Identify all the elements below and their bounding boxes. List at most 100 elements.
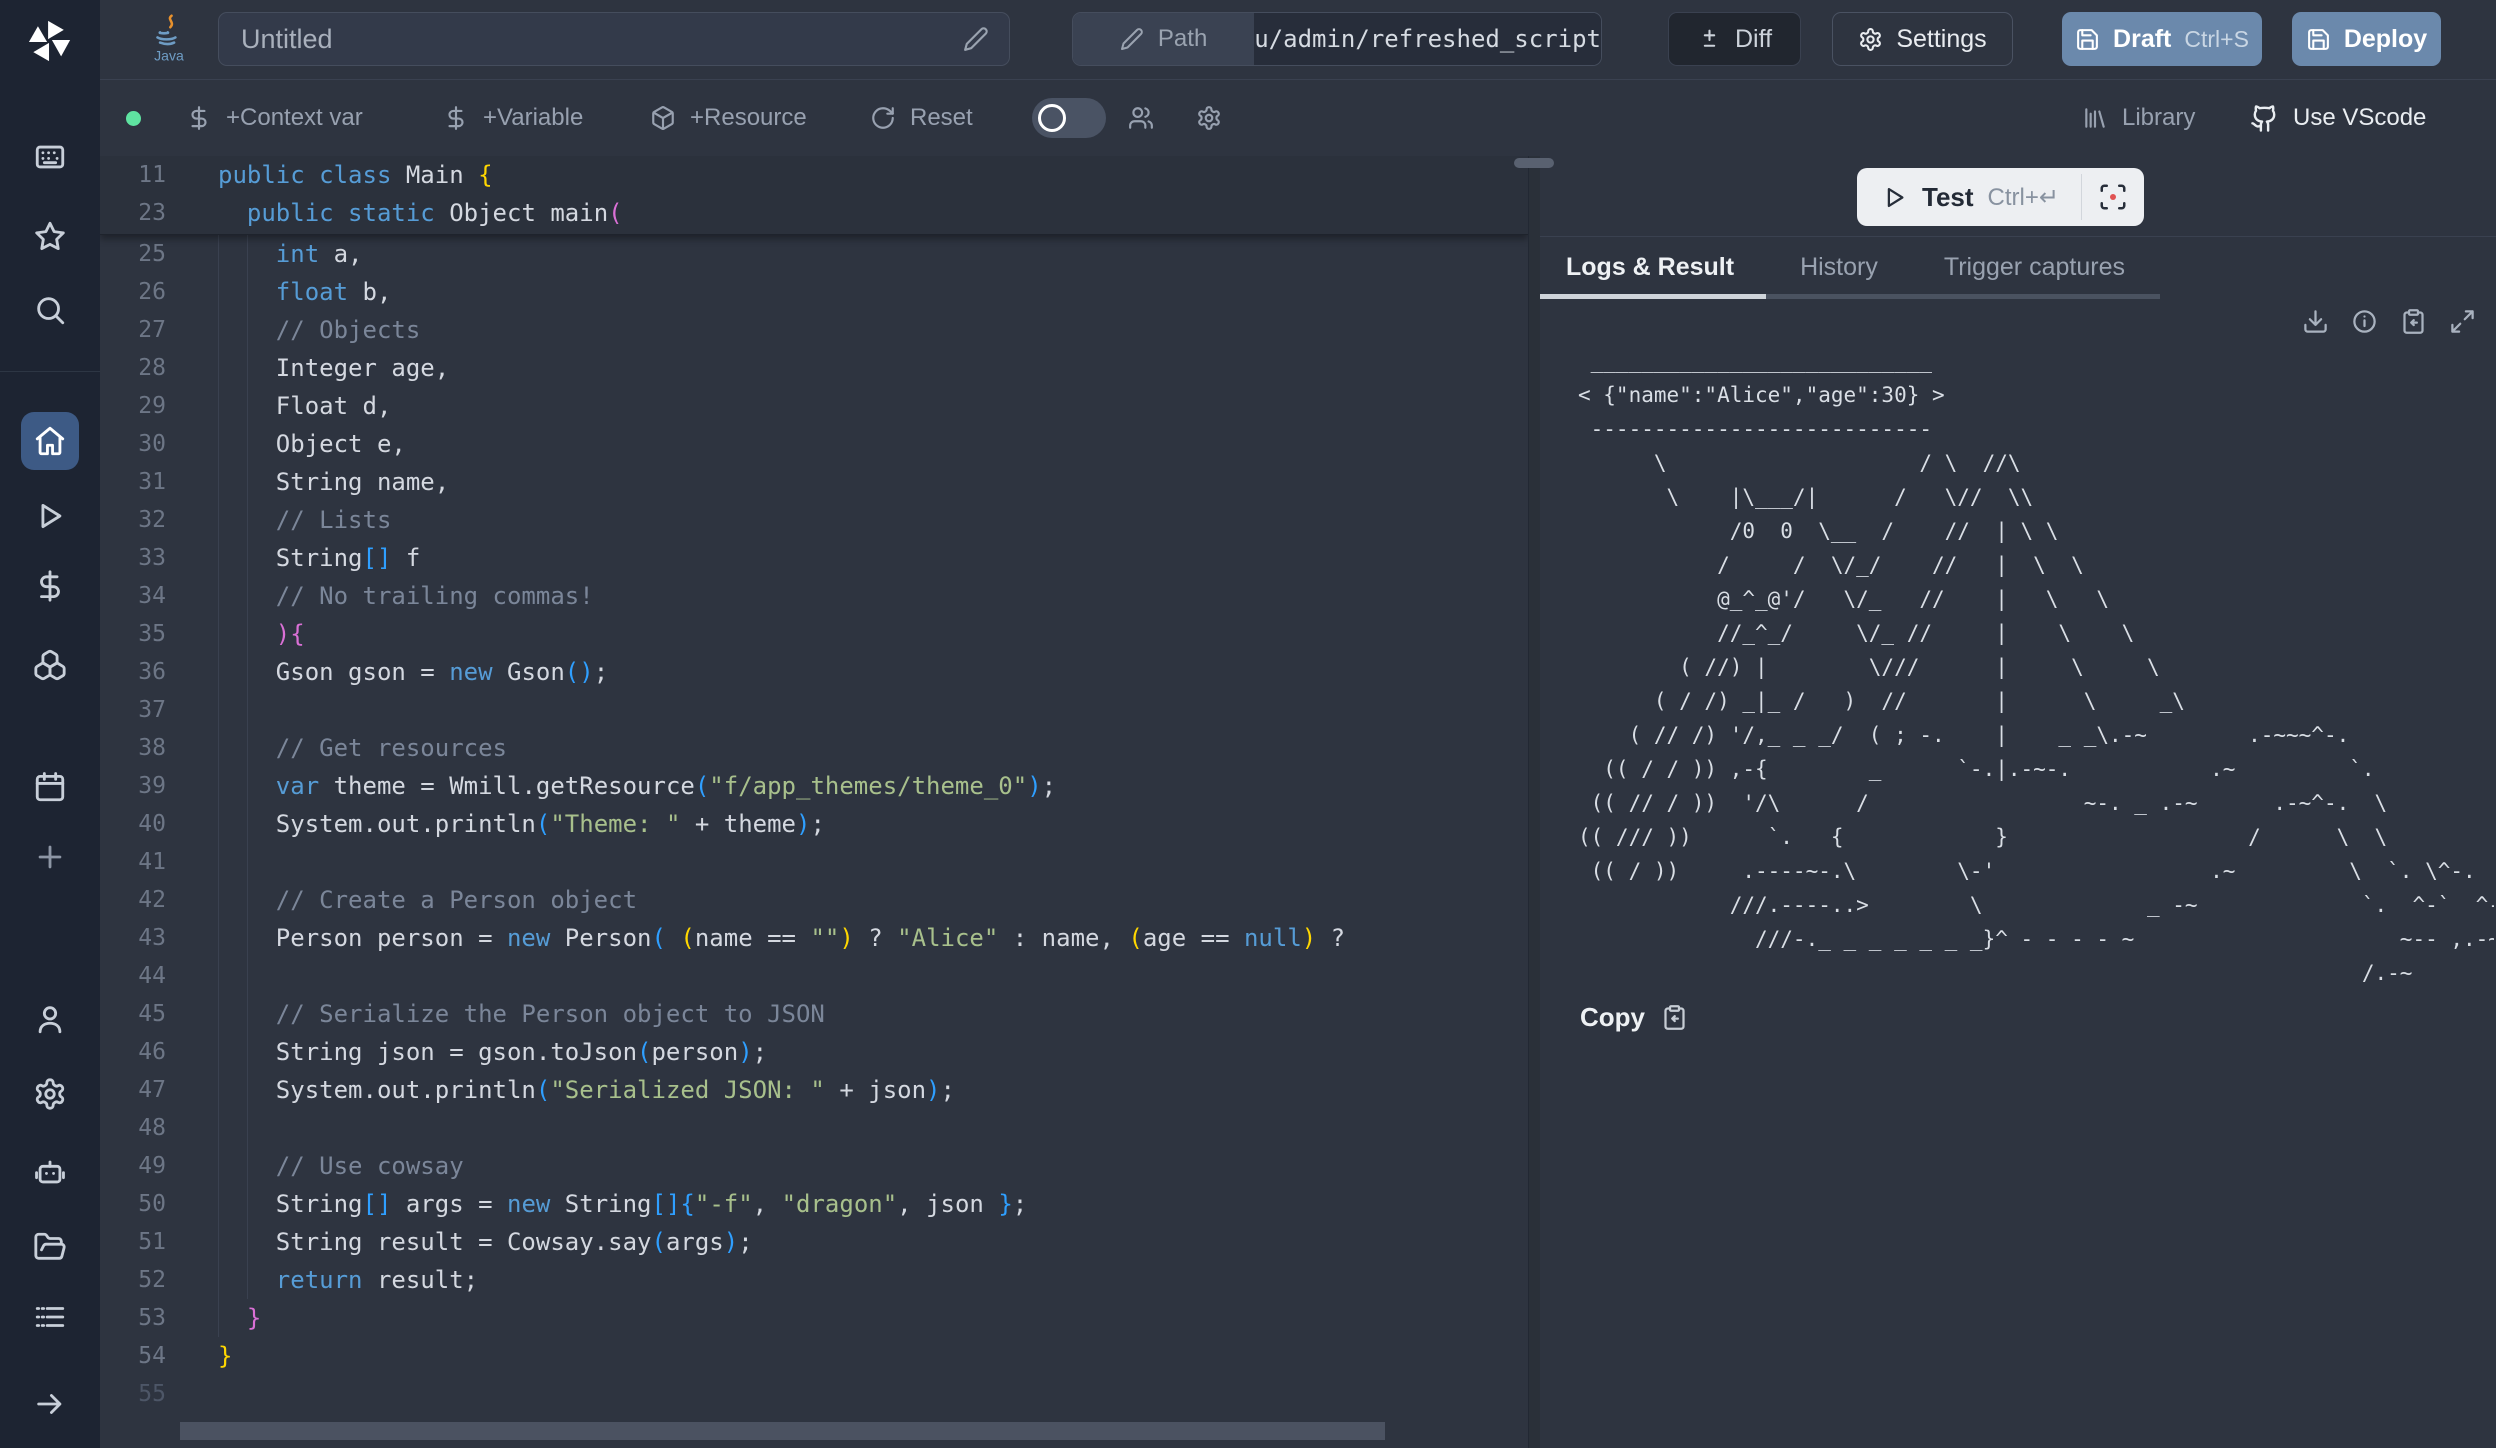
- test-button[interactable]: Test Ctrl+↵: [1857, 168, 2081, 226]
- path-label: Path: [1158, 25, 1207, 53]
- multiplayer-button[interactable]: [1128, 80, 1154, 156]
- play-icon: [33, 499, 67, 533]
- rotate-icon: [870, 105, 896, 131]
- save-icon: [2306, 27, 2331, 52]
- add-context-var-button[interactable]: +Context var: [186, 80, 363, 156]
- cowsay-dragon-output: ___________________________ < {"name":"A…: [1578, 344, 2494, 996]
- diff-label: Diff: [1735, 25, 1772, 54]
- copy-label: Copy: [1580, 1002, 1645, 1033]
- draft-shortcut: Ctrl+S: [2184, 26, 2249, 53]
- sidebar-item-gear[interactable]: [21, 1065, 79, 1123]
- svg-text:Java: Java: [154, 47, 184, 63]
- add-variable-button[interactable]: +Variable: [443, 80, 583, 156]
- sidebar-item-plus[interactable]: [21, 828, 79, 886]
- plus-minus-icon: [1697, 27, 1722, 52]
- splitter-drag-handle[interactable]: [1514, 158, 1554, 168]
- code-line: 39 var theme = Wmill.getResource("f/app_…: [100, 767, 1528, 805]
- assistant-toggle[interactable]: [1032, 98, 1106, 138]
- test-button-group: Test Ctrl+↵: [1857, 168, 2144, 226]
- sidebar-item-star[interactable]: [21, 207, 79, 265]
- sidebar-item-user[interactable]: [21, 990, 79, 1048]
- code-line: 33 String[] f: [100, 539, 1528, 577]
- sidebar-item-home[interactable]: [21, 412, 79, 470]
- path-label-segment: Path: [1073, 13, 1254, 65]
- code-line: 25 int a,: [100, 235, 1528, 273]
- editor-settings-button[interactable]: [1196, 80, 1222, 156]
- diff-button[interactable]: Diff: [1668, 12, 1801, 66]
- code-line: 30 Object e,: [100, 425, 1528, 463]
- status-dot: [126, 111, 141, 126]
- use-vscode-button[interactable]: Use VScode: [2250, 80, 2426, 156]
- script-title-input[interactable]: Untitled: [218, 12, 1010, 66]
- code-editor[interactable]: 11public class Main {23 public static Ob…: [100, 156, 1528, 1448]
- settings-button[interactable]: Settings: [1832, 12, 2013, 66]
- sidebar-item-play[interactable]: [21, 487, 79, 545]
- info-icon[interactable]: [2351, 308, 2378, 335]
- code-line: 51 String result = Cowsay.say(args);: [100, 1223, 1528, 1261]
- save-icon: [2075, 27, 2100, 52]
- code-line: 50 String[] args = new String[]{"-f", "d…: [100, 1185, 1528, 1223]
- search-icon: [33, 293, 67, 327]
- sidebar-item-search[interactable]: [21, 281, 79, 339]
- path-field[interactable]: Path u/admin/refreshed_script: [1072, 12, 1602, 66]
- tab-trigger-captures[interactable]: Trigger captures: [1944, 253, 2125, 282]
- code-line: 26 float b,: [100, 273, 1528, 311]
- tab-history[interactable]: History: [1800, 253, 1878, 282]
- expand-icon[interactable]: [2449, 308, 2476, 335]
- windmill-script-editor: Java Untitled Path u/admin/refreshed_scr…: [0, 0, 2496, 1448]
- test-label: Test: [1922, 182, 1974, 213]
- horizontal-scrollbar[interactable]: [180, 1422, 1385, 1440]
- arrow-right-icon: [33, 1387, 67, 1421]
- run-panel-header: Test Ctrl+↵: [1540, 156, 2496, 237]
- sidebar-nav: [0, 0, 100, 1448]
- add-variable-label: +Variable: [483, 104, 583, 132]
- boxes-icon: [33, 648, 67, 682]
- indent-guide: [247, 235, 248, 1299]
- sidebar-item-logs[interactable]: [21, 1288, 79, 1346]
- settings-label: Settings: [1896, 25, 1986, 54]
- dollar-icon: [443, 105, 469, 131]
- deploy-label: Deploy: [2344, 25, 2427, 54]
- gear-icon: [33, 1077, 67, 1111]
- download-icon[interactable]: [2302, 308, 2329, 335]
- sidebar-item-boxes[interactable]: [21, 636, 79, 694]
- capture-test-button[interactable]: [2082, 168, 2144, 226]
- dollar-icon: [186, 105, 212, 131]
- sidebar-item-arrow-right[interactable]: [21, 1375, 79, 1433]
- code-line: 47 System.out.println("Serialized JSON: …: [100, 1071, 1528, 1109]
- bot-icon: [33, 1155, 67, 1189]
- add-resource-button[interactable]: +Resource: [650, 80, 807, 156]
- sidebar-item-calendar[interactable]: [21, 758, 79, 816]
- sidebar: [0, 0, 101, 1448]
- edit-title-pencil-icon[interactable]: [963, 26, 989, 52]
- copy-result-button[interactable]: Copy: [1580, 1002, 1688, 1033]
- use-vscode-label: Use VScode: [2293, 104, 2426, 132]
- path-value[interactable]: u/admin/refreshed_script: [1254, 13, 1601, 65]
- library-icon: [2082, 105, 2108, 131]
- code-line: 46 String json = gson.toJson(person);: [100, 1033, 1528, 1071]
- result-tabs: Logs & Result History Trigger captures: [1540, 236, 2496, 298]
- sidebar-item-bot[interactable]: [21, 1143, 79, 1201]
- draft-label: Draft: [2113, 25, 2171, 54]
- logs-icon: [33, 1300, 67, 1334]
- script-title-text: Untitled: [241, 24, 333, 55]
- tabs-underline: [1766, 294, 2160, 299]
- draft-button[interactable]: Draft Ctrl+S: [2062, 12, 2262, 66]
- sidebar-item-folder-open[interactable]: [21, 1218, 79, 1276]
- code-line: 37: [100, 691, 1528, 729]
- code-line: 49 // Use cowsay: [100, 1147, 1528, 1185]
- keyboard-icon: [33, 140, 67, 174]
- sticky-scroll-header: 11public class Main {23 public static Ob…: [100, 156, 1528, 235]
- sidebar-item-keyboard[interactable]: [21, 128, 79, 186]
- deploy-button[interactable]: Deploy: [2292, 12, 2441, 66]
- tab-logs-result[interactable]: Logs & Result: [1566, 253, 1734, 282]
- clipboard-copy-icon[interactable]: [2400, 308, 2427, 335]
- reset-button[interactable]: Reset: [870, 80, 973, 156]
- sidebar-item-dollar[interactable]: [21, 557, 79, 615]
- toggle-knob: [1038, 104, 1066, 132]
- library-button[interactable]: Library: [2082, 80, 2195, 156]
- run-panel: Test Ctrl+↵ Logs & Result History Trigger …: [1540, 156, 2496, 1448]
- gear-icon: [1858, 27, 1883, 52]
- play-icon: [1881, 184, 1908, 211]
- code-line: 45 // Serialize the Person object to JSO…: [100, 995, 1528, 1033]
